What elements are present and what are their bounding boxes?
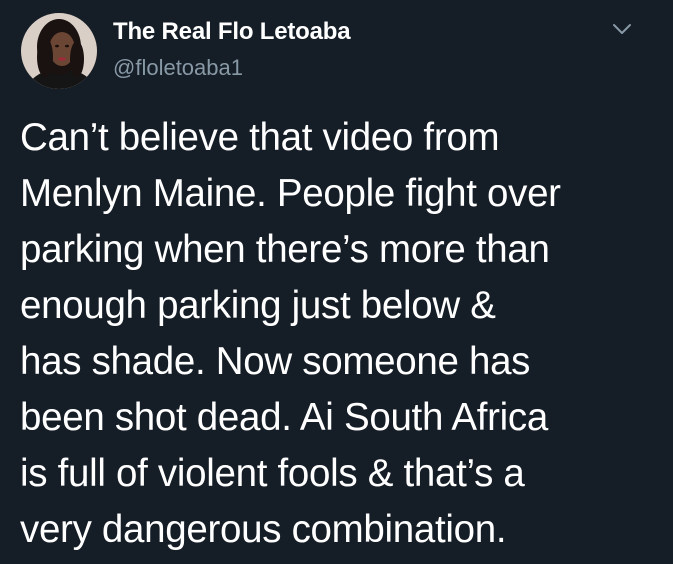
author-display-name[interactable]: The Real Flo Letoaba [113,18,351,46]
tweet-text-line: been shot dead. Ai South Africa [20,396,548,439]
author-handle[interactable]: @floletoaba1 [113,55,243,81]
tweet-text: Can’t believe that video from Menlyn Mai… [20,110,660,558]
chevron-down-icon[interactable] [611,22,633,36]
tweet-text-line: Menlyn Maine. People fight over [20,172,561,215]
tweet-text-line: has shade. Now someone has [20,340,531,383]
avatar-image [21,13,97,89]
tweet-text-line: parking when there’s more than [20,228,550,271]
tweet-text-line: is full of violent fools & that’s a [20,452,525,495]
avatar[interactable] [21,13,97,89]
tweet-card: The Real Flo Letoaba @floletoaba1 Can’t … [0,0,673,564]
tweet-text-line: Can’t believe that video from [20,116,500,159]
tweet-text-line: enough parking just below & [20,284,496,327]
tweet-text-line: very dangerous combination. [20,508,507,551]
